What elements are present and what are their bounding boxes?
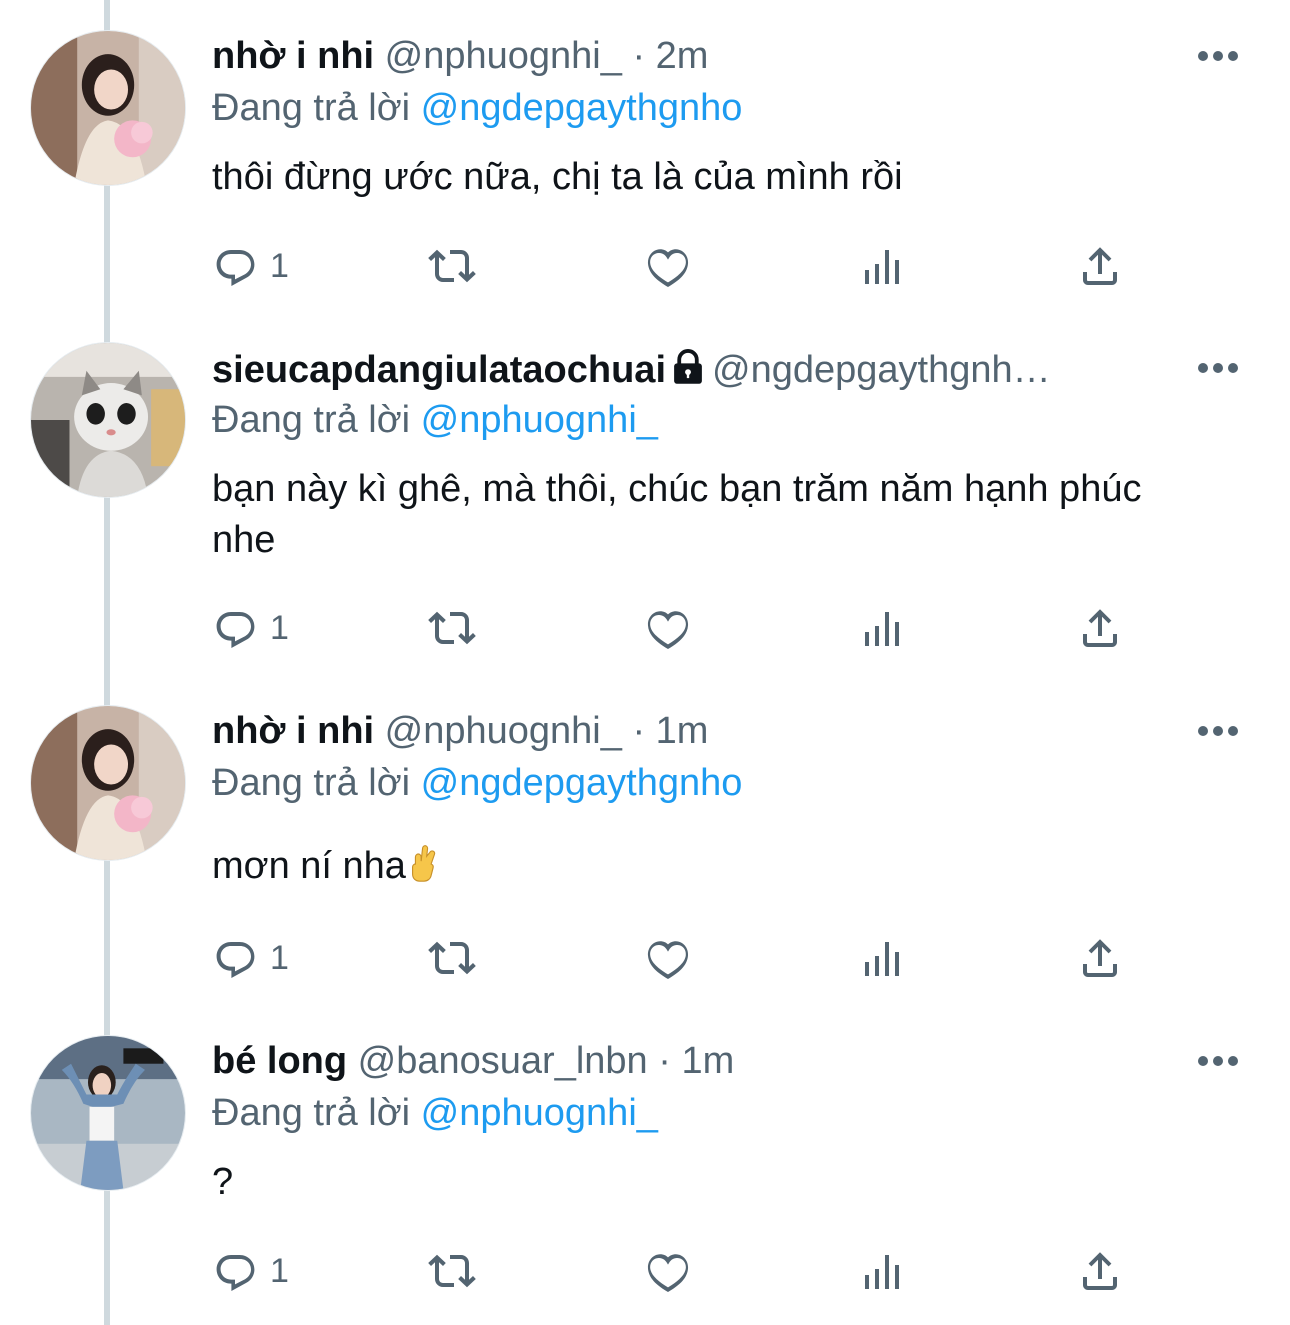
tweet-text: mơn ní nha [212, 841, 1212, 892]
reply-icon [212, 934, 260, 982]
share-icon [1076, 934, 1124, 982]
share-icon [1076, 604, 1124, 652]
more-icon[interactable] [1198, 51, 1238, 63]
replying-to-label: Đang trả lời [212, 1092, 411, 1134]
lock-icon [674, 349, 702, 384]
replying-to: Đang trả lời @nphuognhi_ [212, 394, 658, 446]
separator-dot: · [658, 1040, 671, 1082]
share-button[interactable] [1076, 603, 1124, 653]
retweet-icon [428, 934, 476, 982]
reply-button[interactable]: 1 [212, 933, 289, 983]
tweet-text: thôi đừng ước nữa, chị ta là của mình rồ… [212, 156, 903, 198]
reply-icon [212, 1247, 260, 1295]
reply-button[interactable]: 1 [212, 603, 289, 653]
reply-icon [212, 604, 260, 652]
retweet-button[interactable] [428, 1246, 476, 1296]
display-name[interactable]: nhờ i nhi [212, 710, 374, 752]
handle[interactable]: @ngdepgaythgnh… [712, 349, 1051, 391]
more-icon[interactable] [1198, 1056, 1238, 1068]
replying-to-label: Đang trả lời [212, 762, 411, 804]
like-icon [644, 934, 692, 982]
like-button[interactable] [644, 933, 692, 983]
like-button[interactable] [644, 603, 692, 653]
avatar[interactable] [30, 342, 186, 498]
mention-link[interactable]: @nphuognhi_ [421, 1092, 658, 1134]
timestamp[interactable]: 1m [681, 1040, 734, 1082]
share-button[interactable] [1076, 241, 1124, 291]
tweet-header: bé long @banosuar_lnbn · 1m [212, 1033, 1180, 1089]
replying-to-label: Đang trả lời [212, 87, 411, 129]
more-icon[interactable] [1198, 363, 1238, 375]
reply-count: 1 [270, 246, 289, 285]
more-icon[interactable] [1198, 726, 1238, 738]
replying-to: Đang trả lời @ngdepgaythgnho [212, 82, 742, 134]
timestamp[interactable]: 2m [656, 35, 709, 77]
display-name[interactable]: sieucapdangiulataochuai [212, 349, 666, 391]
tweet-header: nhờ i nhi @nphuognhi_ · 2m [212, 28, 1180, 84]
timestamp[interactable]: 1m [656, 710, 709, 752]
reply-count: 1 [270, 608, 289, 647]
reply-count: 1 [270, 1251, 289, 1290]
action-bar: 1 [212, 241, 1172, 291]
replying-to-label: Đang trả lời [212, 399, 411, 441]
views-button[interactable] [860, 241, 908, 291]
reply-button[interactable]: 1 [212, 241, 289, 291]
hand-emoji-icon [411, 845, 436, 882]
retweet-icon [428, 1247, 476, 1295]
like-button[interactable] [644, 241, 692, 291]
share-button[interactable] [1076, 933, 1124, 983]
views-icon [860, 604, 908, 652]
separator-dot: · [632, 35, 646, 77]
mention-link[interactable]: @ngdepgaythgnho [421, 762, 743, 804]
avatar[interactable] [30, 705, 186, 861]
retweet-icon [428, 604, 476, 652]
mention-link[interactable]: @nphuognhi_ [421, 399, 658, 441]
handle[interactable]: @nphuognhi_ [385, 710, 622, 752]
mention-link[interactable]: @ngdepgaythgnho [421, 87, 743, 129]
reply-icon [212, 242, 260, 290]
tweet-text: bạn này kì ghê, mà thôi, chúc bạn trăm n… [212, 468, 1142, 561]
share-icon [1076, 1247, 1124, 1295]
views-button[interactable] [860, 933, 908, 983]
views-button[interactable] [860, 603, 908, 653]
retweet-icon [428, 242, 476, 290]
tweet-text: ? [212, 1161, 234, 1203]
views-icon [860, 934, 908, 982]
tweet-header: nhờ i nhi @nphuognhi_ · 1m [212, 703, 1180, 759]
avatar[interactable] [30, 1035, 186, 1191]
like-icon [644, 1247, 692, 1295]
tweet-header: sieucapdangiulataochuai @ngdepgaythgnh… [212, 342, 1180, 398]
views-icon [860, 1247, 908, 1295]
action-bar: 1 [212, 1246, 1172, 1296]
retweet-button[interactable] [428, 933, 476, 983]
reply-button[interactable]: 1 [212, 1246, 289, 1296]
handle[interactable]: @nphuognhi_ [385, 35, 622, 77]
avatar[interactable] [30, 30, 186, 186]
reply-count: 1 [270, 938, 289, 977]
retweet-button[interactable] [428, 603, 476, 653]
replying-to: Đang trả lời @nphuognhi_ [212, 1087, 658, 1139]
like-icon [644, 604, 692, 652]
display-name[interactable]: bé long [212, 1040, 347, 1082]
like-button[interactable] [644, 1246, 692, 1296]
action-bar: 1 [212, 933, 1172, 983]
tweet-text-content: mơn ní nha [212, 845, 406, 887]
views-button[interactable] [860, 1246, 908, 1296]
action-bar: 1 [212, 603, 1172, 653]
share-icon [1076, 242, 1124, 290]
separator-dot: · [632, 710, 646, 752]
like-icon [644, 242, 692, 290]
replying-to: Đang trả lời @ngdepgaythgnho [212, 757, 742, 809]
views-icon [860, 242, 908, 290]
share-button[interactable] [1076, 1246, 1124, 1296]
handle[interactable]: @banosuar_lnbn [358, 1040, 648, 1082]
retweet-button[interactable] [428, 241, 476, 291]
display-name[interactable]: nhờ i nhi [212, 35, 374, 77]
